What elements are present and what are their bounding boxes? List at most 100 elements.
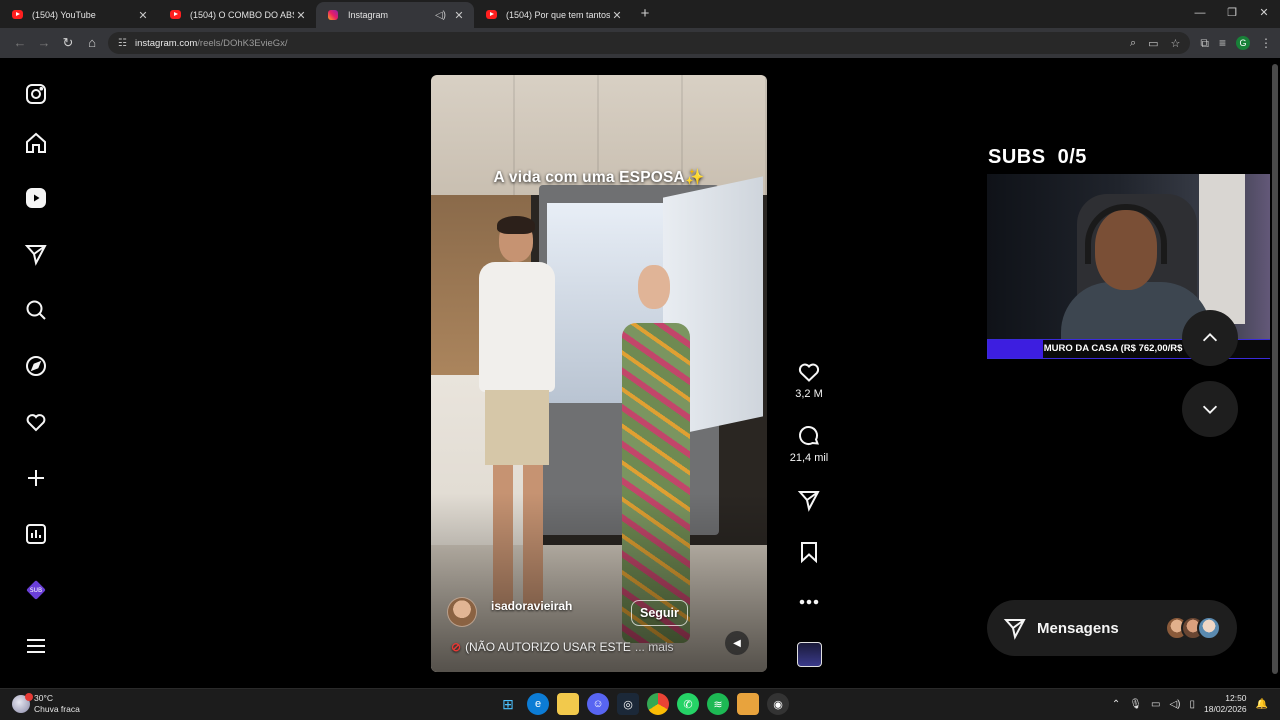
microphone-icon[interactable]: 🎙 <box>1129 699 1142 710</box>
weather-desc: Chuva fraca <box>34 704 80 714</box>
display-icon[interactable]: ▭ <box>1151 699 1160 710</box>
heart-icon <box>798 363 820 382</box>
cast-icon[interactable]: ▭ <box>1148 37 1158 50</box>
search-icon[interactable] <box>23 297 49 323</box>
messages-button[interactable]: Mensagens <box>987 600 1237 656</box>
menu-icon[interactable] <box>23 633 49 659</box>
subs-label: SUBS <box>988 146 1046 168</box>
windows-start-icon[interactable]: ⊞ <box>497 693 519 715</box>
direct-message-icon <box>1003 619 1026 640</box>
youtube-icon <box>170 10 181 19</box>
comment-icon <box>799 426 820 445</box>
notification-bell-icon[interactable]: 🔔 <box>1256 699 1268 710</box>
more-dots-icon <box>799 599 819 605</box>
message-avatars <box>1165 616 1221 640</box>
sound-toggle-icon[interactable]: ◀ <box>725 631 749 655</box>
dashboard-icon[interactable] <box>23 521 49 547</box>
messages-icon[interactable] <box>23 241 49 267</box>
close-icon[interactable]: ✕ <box>610 9 624 22</box>
home-icon[interactable] <box>23 130 49 156</box>
whatsapp-icon[interactable]: ✆ <box>677 693 699 715</box>
chrome-icon[interactable] <box>647 693 669 715</box>
zoom-icon[interactable]: ⌕ <box>1130 37 1136 50</box>
app-icon[interactable] <box>737 693 759 715</box>
notifications-icon[interactable] <box>23 409 49 435</box>
tab-title: Instagram <box>348 10 389 20</box>
bookmark-star-icon[interactable]: ☆ <box>1171 37 1181 50</box>
profile-avatar[interactable]: G <box>1236 36 1250 50</box>
weather-temp: 30°C <box>34 693 53 703</box>
minimize-icon[interactable]: — <box>1184 0 1216 28</box>
follow-button[interactable]: Seguir <box>631 600 688 626</box>
page-scrollbar[interactable] <box>1270 58 1280 688</box>
media-controls-icon[interactable]: ≡ <box>1219 36 1226 50</box>
clock[interactable]: 12:50 18/02/2026 <box>1204 693 1247 715</box>
instagram-logo-icon[interactable] <box>23 81 49 107</box>
instagram-icon <box>328 10 338 20</box>
site-info-icon[interactable]: ☷ <box>118 38 127 49</box>
browser-tab-combo[interactable]: (1504) O COMBO DO ABSURDO ✕ <box>158 2 316 28</box>
browser-menu-icon[interactable]: ⋮ <box>1260 36 1272 50</box>
tray-overflow-icon[interactable]: ⌃ <box>1112 699 1120 710</box>
subs-count: 0/5 <box>1057 146 1087 168</box>
create-icon[interactable] <box>23 465 49 491</box>
reels-icon[interactable] <box>23 185 49 211</box>
url-input[interactable]: ☷ instagram.com/reels/DOhK3EvieGx/ ⌕ ▭ ☆ <box>108 32 1191 54</box>
browser-tab-instagram[interactable]: Instagram ◁) ✕ <box>316 2 474 28</box>
battery-icon[interactable]: ▯ <box>1189 699 1195 710</box>
share-button[interactable] <box>789 488 829 512</box>
svg-text:SUB: SUB <box>30 587 42 594</box>
bookmark-icon <box>801 542 817 564</box>
obs-icon[interactable]: ◉ <box>767 693 789 715</box>
file-explorer-icon[interactable] <box>557 693 579 715</box>
browser-tab-carros[interactable]: (1504) Por que tem tantos carros ✕ <box>474 2 632 28</box>
weather-icon <box>12 693 33 713</box>
spotify-icon[interactable]: ≋ <box>707 693 729 715</box>
home-button-icon[interactable]: ⌂ <box>80 31 104 55</box>
more-options-button[interactable] <box>789 590 829 614</box>
discord-icon[interactable]: ☺ <box>587 693 609 715</box>
close-window-icon[interactable]: ✕ <box>1248 0 1280 28</box>
tab-title: (1504) YouTube <box>32 10 96 20</box>
reel-video[interactable]: A vida com uma ESPOSA✨ isadoravieirah Se… <box>431 75 767 672</box>
extensions-icon[interactable]: ⧉ <box>1200 36 1209 51</box>
explore-icon[interactable] <box>23 353 49 379</box>
browser-tab-bar: (1504) YouTube ✕ (1504) O COMBO DO ABSUR… <box>0 0 1280 28</box>
browser-tab-youtube[interactable]: (1504) YouTube ✕ <box>0 2 158 28</box>
close-icon[interactable]: ✕ <box>294 9 308 22</box>
speaker-icon[interactable]: ◁) <box>435 10 446 21</box>
reload-icon[interactable]: ↻ <box>56 31 80 55</box>
comment-button[interactable]: 21,4 mil <box>789 424 829 464</box>
more-link[interactable]: ... mais <box>635 640 674 654</box>
close-icon[interactable]: ✕ <box>452 9 466 22</box>
url-host: instagram.com <box>134 37 198 49</box>
previous-reel-button[interactable] <box>1182 310 1238 366</box>
save-button[interactable] <box>789 540 829 564</box>
clock-time: 12:50 <box>1225 693 1247 703</box>
back-icon[interactable]: ← <box>8 31 32 55</box>
avatar <box>1197 616 1221 640</box>
original-audio-thumbnail[interactable] <box>797 642 822 667</box>
close-icon[interactable]: ✕ <box>136 9 150 22</box>
restore-icon[interactable]: ❐ <box>1216 0 1248 28</box>
author-avatar[interactable] <box>447 597 477 627</box>
new-tab-button[interactable]: + <box>632 2 658 28</box>
next-reel-button[interactable] <box>1182 381 1238 437</box>
youtube-icon <box>486 10 497 19</box>
messages-label: Mensagens <box>1037 619 1119 637</box>
address-bar: ← → ↻ ⌂ ☷ instagram.com/reels/DOhK3EvieG… <box>0 28 1280 58</box>
like-count: 3,2 M <box>795 388 823 400</box>
meta-ai-icon[interactable]: SUB <box>23 577 49 603</box>
url-path: /reels/DOhK3EvieGx/ <box>197 37 288 49</box>
volume-icon[interactable]: ◁) <box>1169 699 1180 710</box>
prohibited-icon: ⊘ <box>451 640 462 654</box>
edge-icon[interactable]: e <box>527 693 549 715</box>
reel-author[interactable]: isadoravieirah <box>447 597 572 627</box>
comment-count: 21,4 mil <box>789 452 829 464</box>
steam-icon[interactable]: ◎ <box>617 693 639 715</box>
author-username[interactable]: isadoravieirah <box>491 599 572 613</box>
weather-widget[interactable]: 30°C Chuva fraca <box>12 693 80 715</box>
forward-icon[interactable]: → <box>32 31 56 55</box>
like-button[interactable]: 3,2 M <box>789 360 829 400</box>
webcam-overlay <box>987 174 1280 342</box>
